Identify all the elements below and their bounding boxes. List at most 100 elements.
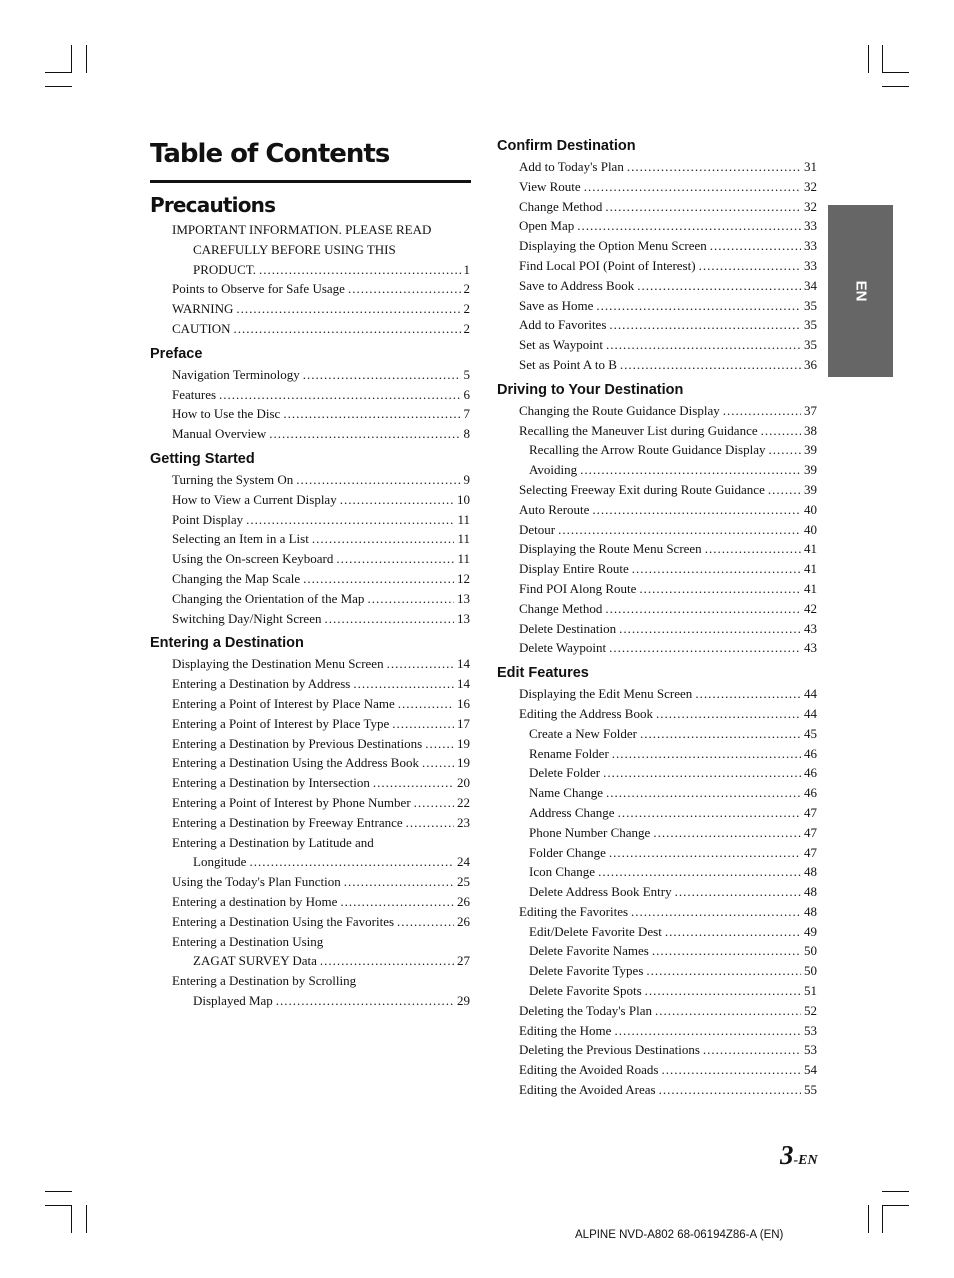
dot-leader xyxy=(592,500,801,520)
dot-leader xyxy=(761,421,801,441)
toc-entry[interactable]: Set as Point A to B 36 xyxy=(497,354,817,375)
toc-entry[interactable]: Folder Change 47 xyxy=(497,842,817,863)
toc-entry[interactable]: Find POI Along Route 41 xyxy=(497,578,817,599)
toc-entry[interactable]: Add to Favorites 35 xyxy=(497,315,817,336)
toc-entry[interactable]: Delete Folder 46 xyxy=(497,763,817,784)
toc-entry[interactable]: Entering a Destination by Freeway Entran… xyxy=(150,812,470,833)
toc-entry[interactable]: Save to Address Book 34 xyxy=(497,275,817,296)
toc-entry[interactable]: View Route 32 xyxy=(497,176,817,197)
dot-leader xyxy=(637,276,801,296)
toc-entry[interactable]: Editing the Address Book 44 xyxy=(497,703,817,724)
crop-mark xyxy=(868,1205,869,1233)
toc-entry[interactable]: Create a New Folder 45 xyxy=(497,723,817,744)
entry-title: Display Entire Route xyxy=(519,559,632,579)
toc-entry[interactable]: Delete Favorite Names 50 xyxy=(497,941,817,962)
toc-entry[interactable]: Entering a destination by Home 26 xyxy=(150,891,470,912)
toc-entry[interactable]: Change Method 42 xyxy=(497,598,817,619)
toc-entry[interactable]: Displaying the Route Menu Screen 41 xyxy=(497,539,817,560)
toc-entry[interactable]: Turning the System On 9 xyxy=(150,469,470,490)
toc-entry[interactable]: Auto Reroute 40 xyxy=(497,499,817,520)
toc-entry[interactable]: Display Entire Route 41 xyxy=(497,559,817,579)
toc-entry-zagat-line1[interactable]: Entering a Destination Using xyxy=(150,932,470,952)
toc-entry-latlong-line1[interactable]: Entering a Destination by Latitude and xyxy=(150,833,470,853)
toc-entry[interactable]: Entering a Point of Interest by Phone Nu… xyxy=(150,792,470,813)
toc-entry[interactable]: Avoiding 39 xyxy=(497,460,817,480)
toc-entry[interactable]: Rename Folder 46 xyxy=(497,743,817,764)
toc-entry[interactable]: Set as Waypoint 35 xyxy=(497,335,817,355)
toc-entry[interactable]: Delete Destination 43 xyxy=(497,618,817,639)
toc-entry[interactable]: Displaying the Edit Menu Screen 44 xyxy=(497,684,817,704)
page-ref: 11 xyxy=(454,529,470,550)
toc-entry[interactable]: Entering a Destination by Previous Desti… xyxy=(150,733,470,754)
toc-entry[interactable]: Entering a Destination by Intersection 20 xyxy=(150,773,470,793)
toc-entry[interactable]: Points to Observe for Safe Usage 2 xyxy=(150,279,470,300)
crop-mark xyxy=(882,72,909,73)
toc-entry[interactable]: Edit/Delete Favorite Dest 49 xyxy=(497,921,817,942)
toc-entry[interactable]: Selecting an Item in a List 11 xyxy=(150,529,470,550)
toc-entry[interactable]: Deleting the Previous Destinations 53 xyxy=(497,1040,817,1061)
page-ref: 48 xyxy=(801,862,817,883)
dot-leader xyxy=(703,1040,801,1060)
crop-mark xyxy=(45,72,72,73)
toc-entry-important-line2[interactable]: CAREFULLY BEFORE USING THIS xyxy=(150,240,470,260)
toc-entry[interactable]: Changing the Map Scale 12 xyxy=(150,568,470,589)
dot-leader xyxy=(283,404,460,424)
toc-entry[interactable]: Point Display 11 xyxy=(150,509,470,530)
toc-entry[interactable]: Delete Favorite Spots 51 xyxy=(497,981,817,1001)
toc-entry[interactable]: Editing the Avoided Roads 54 xyxy=(497,1060,817,1081)
toc-entry[interactable]: Changing the Route Guidance Display 37 xyxy=(497,400,817,421)
toc-entry[interactable]: Editing the Avoided Areas 55 xyxy=(497,1080,817,1100)
toc-entry[interactable]: Using the On-screen Keyboard 11 xyxy=(150,549,470,569)
toc-entry[interactable]: ZAGAT SURVEY Data27 xyxy=(150,951,470,972)
toc-entry-important-line1[interactable]: IMPORTANT INFORMATION. PLEASE READ xyxy=(150,220,470,240)
toc-entry[interactable]: Entering a Point of Interest by Place Na… xyxy=(150,693,470,714)
toc-entry[interactable]: Displayed Map29 xyxy=(150,990,470,1011)
toc-entry[interactable]: Using the Today's Plan Function 25 xyxy=(150,872,470,892)
toc-entry[interactable]: Delete Favorite Types 50 xyxy=(497,961,817,982)
toc-entry[interactable]: Editing the Favorites 48 xyxy=(497,901,817,922)
crop-mark xyxy=(882,1205,909,1206)
toc-entry[interactable]: Add to Today's Plan 31 xyxy=(497,157,817,177)
toc-entry[interactable]: Entering a Point of Interest by Place Ty… xyxy=(150,713,470,734)
toc-entry[interactable]: How to Use the Disc 7 xyxy=(150,404,470,425)
entry-title: Entering a Destination by Previous Desti… xyxy=(172,733,426,754)
toc-entry[interactable]: Delete Address Book Entry 48 xyxy=(497,882,817,902)
toc-entry[interactable]: Recalling the Arrow Route Guidance Displ… xyxy=(497,440,817,461)
toc-entry[interactable]: Entering a Destination Using the Favorit… xyxy=(150,911,470,932)
toc-entry[interactable]: Entering a Destination by Address 14 xyxy=(150,674,470,694)
toc-entry[interactable]: Displaying the Option Menu Screen 33 xyxy=(497,236,817,256)
toc-entry[interactable]: CAUTION 2 xyxy=(150,318,470,339)
toc-entry[interactable]: How to View a Current Display 10 xyxy=(150,489,470,510)
toc-entry[interactable]: Open Map 33 xyxy=(497,216,817,237)
toc-entry[interactable]: Change Method 32 xyxy=(497,196,817,217)
toc-entry[interactable]: Address Change 47 xyxy=(497,802,817,823)
toc-entry[interactable]: Recalling the Maneuver List during Guida… xyxy=(497,420,817,441)
crop-mark xyxy=(868,45,869,73)
toc-entry[interactable]: WARNING 2 xyxy=(150,299,470,319)
toc-entry[interactable]: Displaying the Destination Menu Screen 14 xyxy=(150,654,470,675)
toc-entry[interactable]: PRODUCT.1 xyxy=(150,259,470,280)
toc-entry[interactable]: Delete Waypoint 43 xyxy=(497,638,817,659)
dot-leader xyxy=(603,763,801,783)
toc-entry[interactable]: Icon Change 48 xyxy=(497,862,817,883)
page-ref: 16 xyxy=(454,693,470,714)
toc-entry[interactable]: Editing the Home 53 xyxy=(497,1020,817,1041)
toc-entry[interactable]: Name Change 46 xyxy=(497,783,817,803)
toc-entry[interactable]: Switching Day/Night Screen 13 xyxy=(150,608,470,629)
page-ref: 44 xyxy=(801,684,817,704)
toc-entry[interactable]: Save as Home 35 xyxy=(497,295,817,316)
toc-entry[interactable]: Manual Overview 8 xyxy=(150,424,470,444)
toc-entry[interactable]: Find Local POI (Point of Interest) 33 xyxy=(497,255,817,276)
toc-entry[interactable]: Entering a Destination Using the Address… xyxy=(150,753,470,774)
toc-entry[interactable]: Longitude24 xyxy=(150,852,470,873)
toc-entry[interactable]: Deleting the Today's Plan 52 xyxy=(497,1000,817,1021)
toc-entry[interactable]: Phone Number Change 47 xyxy=(497,822,817,843)
toc-entry[interactable]: Changing the Orientation of the Map 13 xyxy=(150,588,470,609)
dot-leader xyxy=(631,902,801,922)
toc-entry[interactable]: Selecting Freeway Exit during Route Guid… xyxy=(497,479,817,500)
toc-entry[interactable]: Detour 40 xyxy=(497,519,817,540)
toc-entry[interactable]: Navigation Terminology 5 xyxy=(150,364,470,385)
page-ref: 47 xyxy=(801,802,817,823)
toc-entry[interactable]: Features 6 xyxy=(150,384,470,405)
toc-entry-scroll-line1[interactable]: Entering a Destination by Scrolling xyxy=(150,971,470,991)
